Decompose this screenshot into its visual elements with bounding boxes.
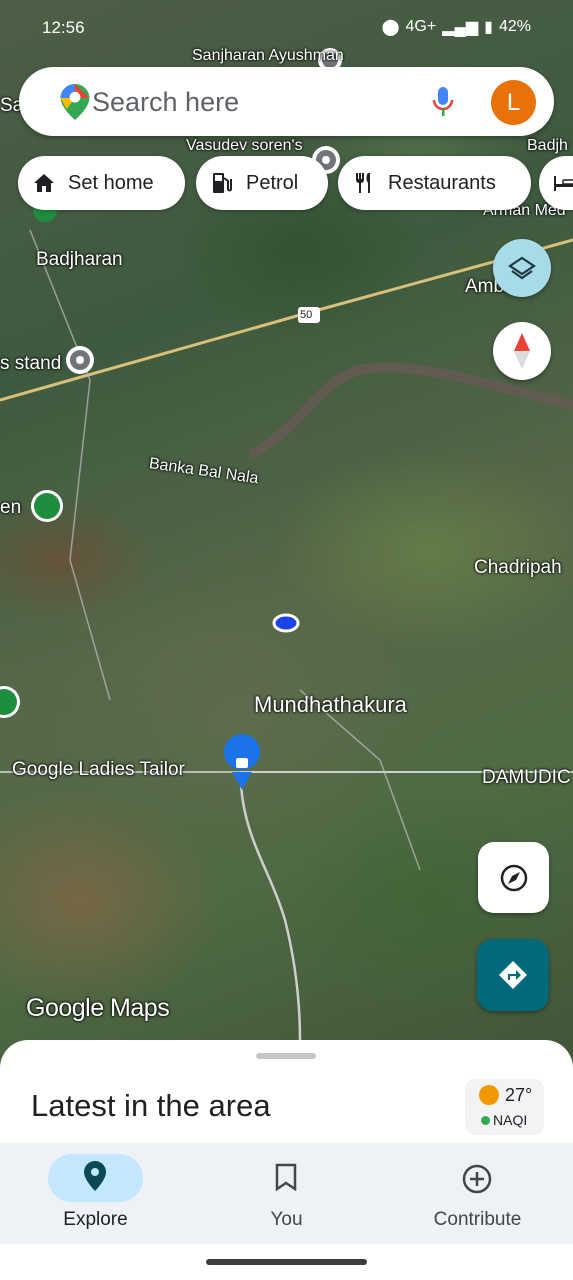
chip-label: Set home xyxy=(68,171,154,194)
battery-icon: ▮ xyxy=(484,19,493,36)
sheet-title: Latest in the area xyxy=(31,1088,271,1123)
nav-label: Contribute xyxy=(433,1209,522,1230)
chip-label: Petrol xyxy=(246,171,299,194)
map-label[interactable]: Mundhathakura xyxy=(254,692,407,718)
network-type: 4G+ xyxy=(405,18,437,35)
aqi-dot-icon xyxy=(481,1116,490,1125)
battery-level: 42% xyxy=(498,18,531,35)
map-label[interactable]: s stand xyxy=(0,353,61,375)
layers-icon xyxy=(508,256,536,280)
layers-button[interactable] xyxy=(493,239,551,297)
restaurant-icon xyxy=(352,171,376,195)
directions-icon xyxy=(499,961,527,989)
nav-explore[interactable]: Explore xyxy=(0,1143,191,1244)
drag-handle[interactable] xyxy=(256,1053,316,1059)
map-label[interactable]: Vasudev soren's xyxy=(186,137,303,155)
compass-icon xyxy=(514,333,530,369)
route-shield: 50 xyxy=(300,309,313,321)
nav-label: You xyxy=(270,1209,303,1230)
nav-you[interactable]: You xyxy=(191,1143,382,1244)
search-bar[interactable]: Search here L xyxy=(19,67,554,136)
explore-pin-icon xyxy=(84,1161,106,1191)
google-maps-watermark: Google Maps xyxy=(26,994,170,1022)
signal-icon: ▂▄▆ xyxy=(442,19,479,36)
weather-widget[interactable]: 27° NAQI xyxy=(465,1079,544,1135)
sun-icon xyxy=(479,1085,499,1105)
aqi-label: NAQI xyxy=(493,1112,528,1128)
map-label[interactable]: Chadripah xyxy=(474,557,562,579)
home-icon xyxy=(32,171,56,195)
map-label[interactable]: DAMUDIC xyxy=(482,767,571,789)
map-label[interactable]: Google Ladies Tailor xyxy=(12,759,185,781)
search-input[interactable]: Search here xyxy=(92,87,239,118)
avatar[interactable]: L xyxy=(491,80,536,125)
status-time: 12:56 xyxy=(42,18,85,37)
map-label[interactable]: Badjharan xyxy=(36,249,123,271)
microphone-icon[interactable] xyxy=(432,86,454,118)
add-circle-icon xyxy=(462,1164,492,1194)
compass-button[interactable] xyxy=(493,322,551,380)
nav-label: Explore xyxy=(63,1209,128,1230)
maps-logo-icon xyxy=(60,84,90,120)
location-arrow-icon xyxy=(500,864,527,891)
map-label[interactable]: en xyxy=(0,497,21,519)
location-icon: ⬤ xyxy=(381,19,400,36)
chip-restaurants[interactable]: Restaurants xyxy=(338,156,531,210)
bottom-navigation: Explore You Contribute xyxy=(0,1143,573,1244)
weather-temp: 27° xyxy=(505,1085,533,1105)
chip-petrol[interactable]: Petrol xyxy=(196,156,328,210)
fuel-icon xyxy=(210,171,234,195)
chip-label: Restaurants xyxy=(388,171,496,194)
status-bar: 12:56 ⬤ 4G+ ▂▄▆ ▮ 42% xyxy=(0,0,573,56)
gesture-handle[interactable] xyxy=(206,1259,367,1265)
directions-button[interactable] xyxy=(477,939,549,1011)
bookmark-icon xyxy=(275,1163,297,1191)
chip-set-home[interactable]: Set home xyxy=(18,156,185,210)
recenter-button[interactable] xyxy=(478,842,549,913)
nav-contribute[interactable]: Contribute xyxy=(382,1143,573,1244)
map-label[interactable]: Badjh xyxy=(527,137,568,155)
hotel-icon xyxy=(553,171,573,195)
